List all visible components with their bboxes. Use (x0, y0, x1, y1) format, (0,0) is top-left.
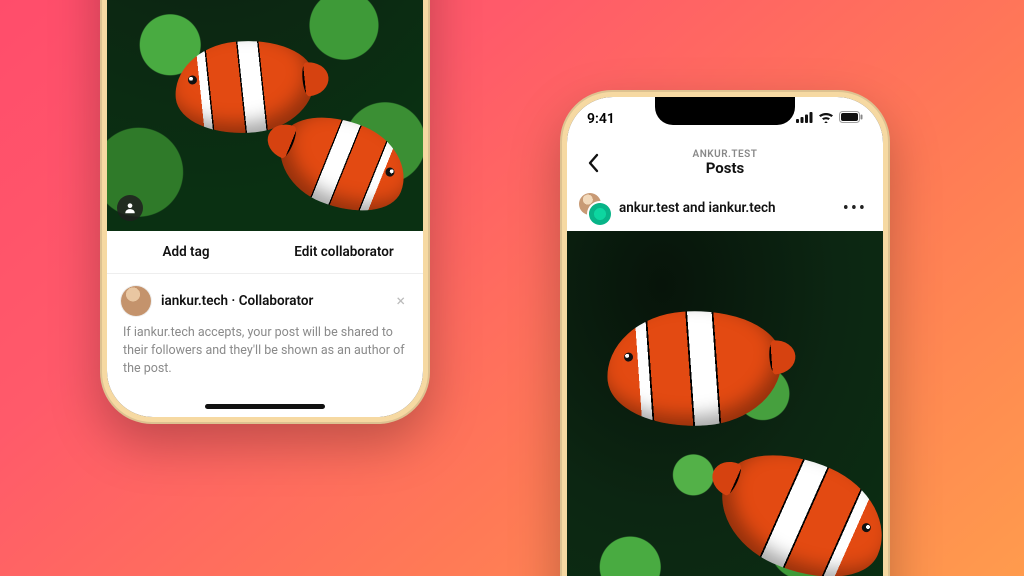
nav-title: Posts (693, 160, 758, 177)
status-time: 9:41 (587, 111, 615, 127)
post-image[interactable] (567, 231, 883, 576)
home-indicator (205, 404, 325, 409)
wifi-icon (818, 111, 834, 127)
post-image-preview: iankur.tech (107, 0, 423, 231)
tag-people-icon[interactable] (117, 195, 143, 221)
nav-bar: ANKUR.TEST Posts (567, 141, 883, 186)
promo-stage: iankur.tech Add tag Edit collaborator ia… (0, 0, 1024, 576)
cellular-icon (796, 111, 813, 127)
notch (655, 97, 795, 125)
post-more-button[interactable]: ••• (839, 194, 871, 223)
tab-edit-collaborator[interactable]: Edit collaborator (265, 231, 423, 273)
collaborator-panel: Add tag Edit collaborator iankur.tech · … (107, 231, 423, 417)
phone-mockup-left: iankur.tech Add tag Edit collaborator ia… (100, 0, 430, 424)
author-avatars[interactable] (579, 193, 609, 223)
collaborator-row: iankur.tech · Collaborator × (107, 274, 423, 322)
collaborator-name: iankur.tech · Collaborator (161, 293, 313, 309)
back-button[interactable] (575, 141, 611, 185)
remove-collaborator-button[interactable]: × (392, 289, 409, 313)
phone-mockup-right: 9:41 ANKUR.TES (560, 90, 890, 576)
post-header: ankur.test and iankur.tech ••• (567, 185, 883, 231)
battery-icon (839, 111, 863, 127)
collaborator-hint: If iankur.tech accepts, your post will b… (107, 322, 423, 378)
avatar (121, 286, 151, 316)
tab-add-tag[interactable]: Add tag (107, 231, 265, 273)
post-author-line[interactable]: ankur.test and iankur.tech (619, 200, 776, 216)
